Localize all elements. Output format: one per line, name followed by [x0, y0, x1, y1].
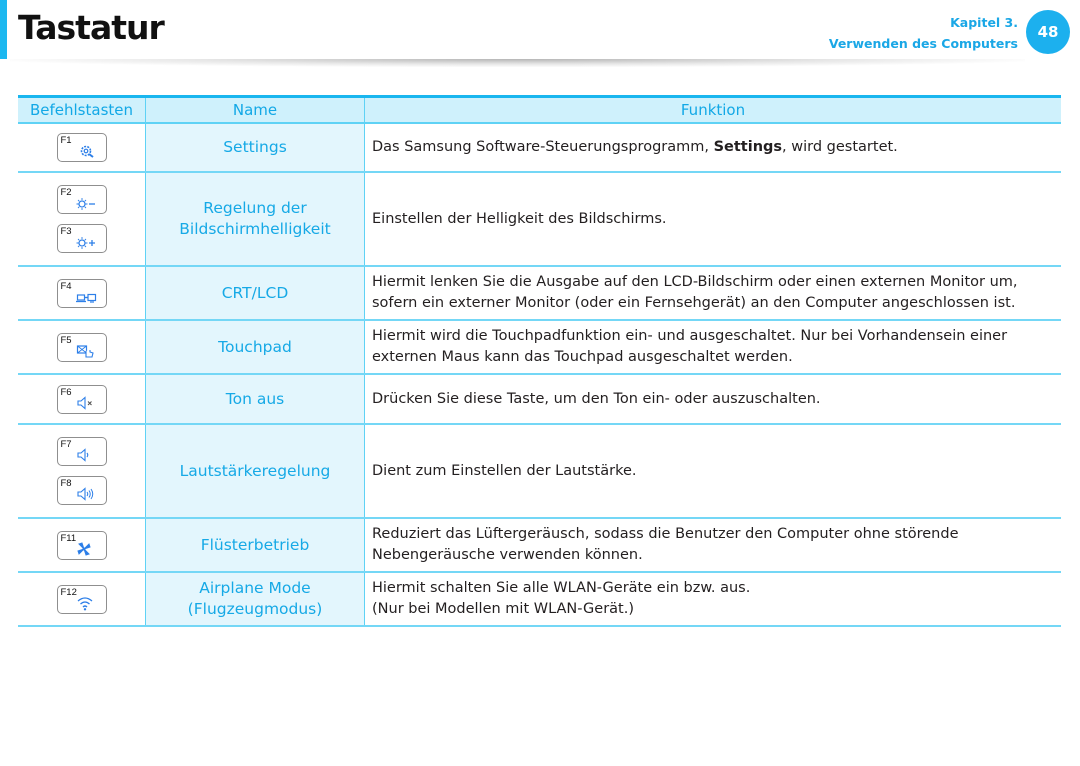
keys-cell: F2 F3: [18, 172, 146, 267]
chapter-heading: Kapitel 3. Verwenden des Computers: [829, 12, 1018, 54]
keys-cell: F4: [18, 266, 146, 321]
key-f6: F6: [56, 384, 107, 414]
header-divider: [10, 59, 1025, 67]
table-row: F2 F3 Regelung der Bildschirmhelligkeit …: [18, 172, 1061, 267]
keys-cell: F11: [18, 518, 146, 573]
function-cell: Reduziert das Lüftergeräusch, sodass die…: [364, 518, 1061, 573]
chapter-title: Verwenden des Computers: [828, 36, 1018, 51]
name-cell: Lautstärkeregelung: [145, 424, 365, 519]
name-cell: Airplane Mode (Flugzeugmodus): [145, 572, 365, 627]
name-cell: Settings: [145, 123, 365, 173]
key-f11: F11: [56, 530, 107, 560]
function-cell: Hiermit wird die Touchpadfunktion ein- u…: [364, 320, 1061, 375]
display-switch-icon: [75, 293, 96, 303]
name-cell: CRT/LCD: [145, 266, 365, 321]
table-row: F7 F8 Lautstärkeregelung Dient zum Einst…: [18, 424, 1061, 519]
key-f1: F1: [56, 133, 107, 162]
mute-icon: [76, 395, 92, 410]
table-row: F6 Ton aus Drücken Sie diese Taste, um d…: [18, 374, 1061, 425]
chapter-number: Kapitel 3.: [950, 15, 1018, 30]
keys-cell: F1: [18, 123, 146, 173]
page-title: Tastatur: [18, 8, 165, 47]
keys-cell: F6: [18, 374, 146, 425]
wifi-icon: [77, 596, 92, 610]
volume-up-icon: [76, 487, 93, 501]
function-key-table: Befehlstasten Name Funktion F1 Settings: [18, 95, 1061, 627]
settings-gear-icon: [80, 145, 94, 158]
key-f2: F2: [56, 185, 107, 214]
name-cell: Regelung der Bildschirmhelligkeit: [145, 172, 365, 267]
key-f5: F5: [56, 332, 107, 362]
function-cell: Einstellen der Helligkeit des Bildschirm…: [364, 172, 1061, 267]
column-header-name: Name: [145, 95, 365, 124]
volume-down-icon: [76, 448, 88, 462]
brightness-up-icon: [76, 237, 95, 249]
column-header-function: Funktion: [364, 95, 1061, 124]
key-f8: F8: [56, 476, 107, 505]
key-f12: F12: [56, 584, 107, 614]
accent-bar: [0, 0, 7, 59]
keys-cell: F5: [18, 320, 146, 375]
table-row: F11 Flüsterbetrieb Reduziert das Lüfterg…: [18, 518, 1061, 573]
function-cell: Hiermit schalten Sie alle WLAN-Geräte ei…: [364, 572, 1061, 627]
brightness-down-icon: [76, 198, 95, 210]
table-header-row: Befehlstasten Name Funktion: [18, 95, 1061, 124]
table-row: F1 Settings Das Samsung Software-Steueru…: [18, 123, 1061, 173]
key-f4: F4: [56, 278, 107, 308]
keys-cell: F7 F8: [18, 424, 146, 519]
column-header-keys: Befehlstasten: [18, 95, 146, 124]
table-row: F12 Airplane Mode (Flugzeugmodus) Hiermi…: [18, 572, 1061, 627]
name-cell: Touchpad: [145, 320, 365, 375]
touchpad-toggle-icon: [76, 344, 94, 358]
table-row: F5 Touchpad Hiermit wird die Touchpadfun…: [18, 320, 1061, 375]
function-cell: Hiermit lenken Sie die Ausgabe auf den L…: [364, 266, 1061, 321]
name-cell: Flüsterbetrieb: [145, 518, 365, 573]
page-number-badge: 48: [1026, 10, 1070, 54]
key-f3: F3: [56, 224, 107, 253]
function-cell: Dient zum Einstellen der Lautstärke.: [364, 424, 1061, 519]
table-row: F4 CRT/LCD Hiermit lenken Sie die Ausgab…: [18, 266, 1061, 321]
key-f7: F7: [56, 437, 107, 466]
function-cell: Drücken Sie diese Taste, um den Ton ein-…: [364, 374, 1061, 425]
function-cell: Das Samsung Software-Steuerungsprogramm,…: [364, 123, 1061, 173]
name-cell: Ton aus: [145, 374, 365, 425]
fan-icon: [76, 541, 91, 556]
keys-cell: F12: [18, 572, 146, 627]
